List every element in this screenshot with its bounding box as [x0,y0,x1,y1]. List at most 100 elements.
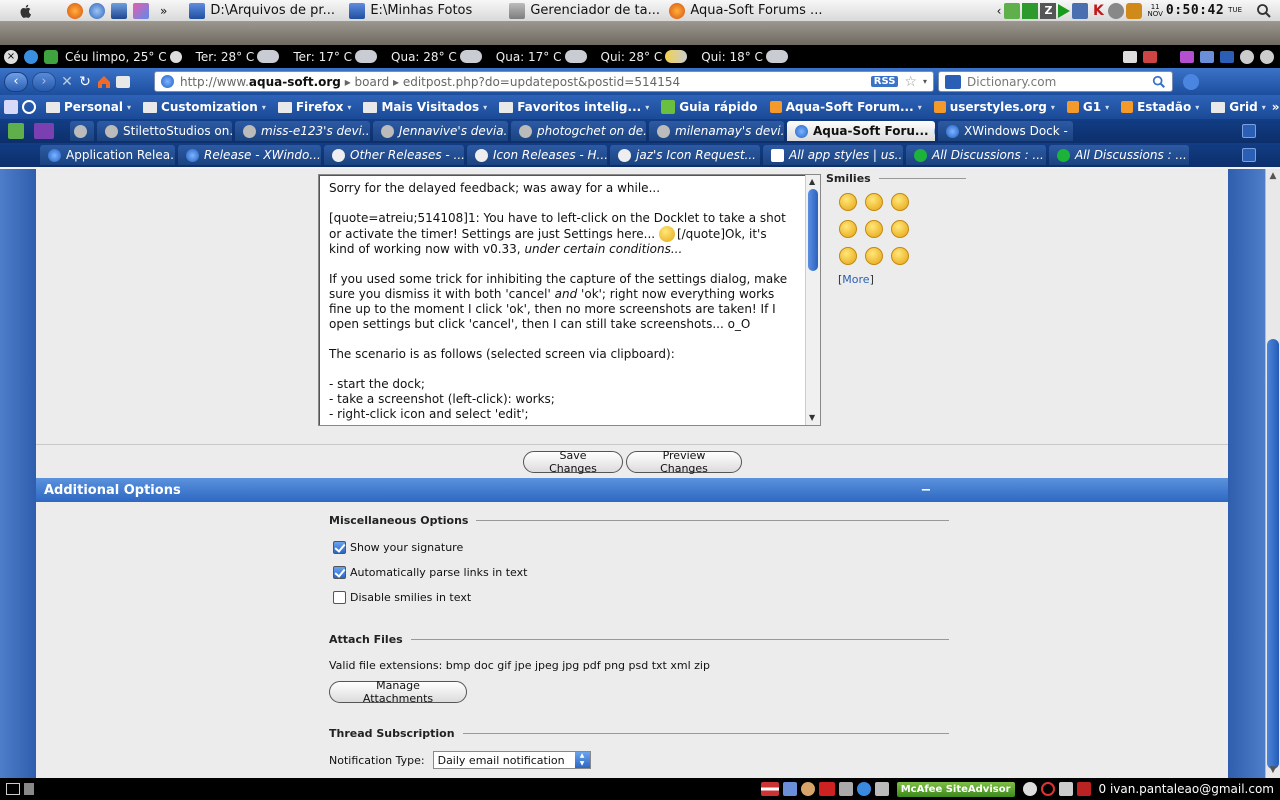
tab-icon-releases[interactable]: Icon Releases - H... [467,145,607,165]
adblock-icon[interactable] [818,782,835,796]
addon-icon[interactable] [856,782,871,796]
addon-icon[interactable] [1200,50,1214,63]
tab-application-releases[interactable]: Application Relea... [40,145,175,165]
more-smilies-link[interactable]: More [842,273,869,286]
bookmark-estadao[interactable]: Estadão ▾ [1115,100,1205,114]
parse-links-checkbox[interactable] [333,566,346,579]
dropdown-arrow-icon[interactable]: ▾ [923,77,927,86]
addon-icon[interactable] [874,782,889,796]
preview-changes-button[interactable]: Preview Changes [626,449,742,475]
tab-scroll-icon[interactable] [1242,148,1256,162]
message-editor[interactable]: Sorry for the delayed feedback; was away… [318,174,821,426]
tray-badge-icon[interactable] [1126,2,1143,19]
smile-icon[interactable] [839,193,857,211]
lock-icon[interactable] [782,782,797,796]
manage-attachments-button[interactable]: Manage Attachments [329,679,467,705]
show-signature-option[interactable]: Show your signature [333,535,949,560]
save-changes-button[interactable]: Save Changes [523,449,623,475]
search-icon[interactable] [1152,75,1166,89]
bookmark-guia-rapido[interactable]: Guia rápido [655,100,763,114]
bookmark-folder-customization[interactable]: Customization ▾ [137,100,272,114]
home-icon[interactable] [96,74,112,90]
gmail-icon[interactable] [1076,782,1091,796]
task-minhas-fotos[interactable]: E:\Minhas Fotos [343,1,503,21]
monitor-icon[interactable] [111,2,127,19]
parse-links-option[interactable]: Automatically parse links in text [333,560,949,585]
weather-forecast[interactable]: Ter: 17° C [286,50,384,64]
weather-app-icon[interactable] [44,49,58,64]
disable-smilies-option[interactable]: Disable smilies in text [333,585,949,610]
grid-addon-icon[interactable] [1180,50,1194,63]
task-arquivos[interactable]: D:\Arquivos de pr... [183,1,343,21]
tab-all-discussions-2[interactable]: All Discussions : ... [1049,145,1189,165]
gmail-notifier[interactable]: 0 ivan.pantaleao@gmail.com [1099,782,1274,796]
addon-icon[interactable] [1240,49,1254,64]
scrollbar-thumb[interactable] [808,189,818,271]
weather-forecast[interactable]: Ter: 28° C [189,50,287,64]
tray-k-icon[interactable]: K [1090,3,1106,19]
firefox-icon[interactable] [67,2,83,19]
tab-other-releases[interactable]: Other Releases - ... [324,145,464,165]
collapse-icon[interactable]: − [632,483,1220,498]
scroll-down-icon[interactable]: ▼ [1268,765,1278,775]
tray-z-icon[interactable]: Z [1040,2,1057,19]
bookmark-folder-grid[interactable]: Grid ▾ [1205,100,1272,114]
tray-check-icon[interactable] [1004,2,1021,19]
tab-photogchet[interactable]: photogchet on de... [511,121,646,141]
greasemonkey-icon[interactable] [838,782,853,796]
search-go-icon[interactable] [1183,73,1199,90]
weather-forecast[interactable]: Qua: 17° C [489,50,594,64]
page-scrollbar[interactable]: ▲ ▼ [1265,169,1280,778]
tray-play-icon[interactable] [1058,3,1071,18]
close-icon[interactable]: × [4,49,18,64]
tab-aqua-soft-forums[interactable]: Aqua-Soft Foru... [787,121,935,141]
task-aqua-soft[interactable]: Aqua-Soft Forums ... [663,1,823,21]
refresh-icon[interactable] [24,49,38,64]
tab-miss-e123[interactable]: miss-e123's devi... [235,121,370,141]
history-clock-icon[interactable] [22,100,36,114]
message-text[interactable]: Sorry for the delayed feedback; was away… [329,181,794,422]
bookmark-g1[interactable]: G1 ▾ [1061,100,1115,114]
tab-stilettostudios[interactable]: StilettoStudios on... [97,121,232,141]
tray-left-arrow-icon[interactable]: ‹ [997,4,1002,18]
bookmark-userstyles[interactable]: userstyles.org ▾ [928,100,1061,114]
editor-scrollbar[interactable]: ▲ ▼ [805,175,820,425]
weather-forecast[interactable]: Qui: 18° C [694,50,795,64]
scroll-up-icon[interactable]: ▲ [809,177,815,186]
show-signature-checkbox[interactable] [333,541,346,554]
addon-icon[interactable] [1143,50,1157,63]
forward-button[interactable]: › [32,71,56,92]
tray-green-icon[interactable] [1022,2,1039,19]
scrollbar-thumb[interactable] [1267,339,1279,769]
scroll-up-icon[interactable]: ▲ [1268,171,1278,181]
tab-jaz-icon-requests[interactable]: jaz's Icon Request... [610,145,760,165]
spotlight-search-icon[interactable] [1256,3,1272,19]
tab-release-xwindows[interactable]: Release - XWindo... [178,145,321,165]
clock[interactable]: 0:50:42 [1166,3,1224,18]
bookmark-folder-mais-visitados[interactable]: Mais Visitados ▾ [357,100,493,114]
embarrassed-icon[interactable] [865,247,883,265]
bookmarks-overflow-icon[interactable]: » [1272,100,1280,114]
bookmark-aqua-soft-forum[interactable]: Aqua-Soft Forum... ▾ [764,100,928,114]
weather-current[interactable]: Céu limpo, 25° C [58,50,189,64]
terminal-icon[interactable] [6,783,20,795]
tray-network-icon[interactable] [1072,2,1089,19]
new-tab-icon[interactable] [8,123,24,139]
bookmark-folder-personal[interactable]: Personal ▾ [40,100,137,114]
tongue-icon[interactable] [865,220,883,238]
wink-icon[interactable] [839,220,857,238]
disable-smilies-checkbox[interactable] [333,591,346,604]
us-flag-icon[interactable] [760,782,779,796]
scroll-down-icon[interactable]: ▼ [809,413,815,422]
tab-xwindows-dock[interactable]: XWindows Dock - ... [938,121,1073,141]
bookmark-star-icon[interactable]: ☆ [904,74,917,90]
reload-icon[interactable]: ↻ [78,74,92,90]
tab-jennavive[interactable]: Jennavive's devia... [373,121,508,141]
addon-icon[interactable] [1260,49,1274,64]
bookmarks-sidebar-icon[interactable] [4,100,18,114]
eek-icon[interactable] [891,247,909,265]
bookmark-folder-favoritos[interactable]: Favoritos intelig... ▾ [493,100,655,114]
edit-icon[interactable] [1058,782,1073,796]
tab-all-discussions-1[interactable]: All Discussions : ... [906,145,1046,165]
weather-forecast[interactable]: Qua: 28° C [384,50,489,64]
